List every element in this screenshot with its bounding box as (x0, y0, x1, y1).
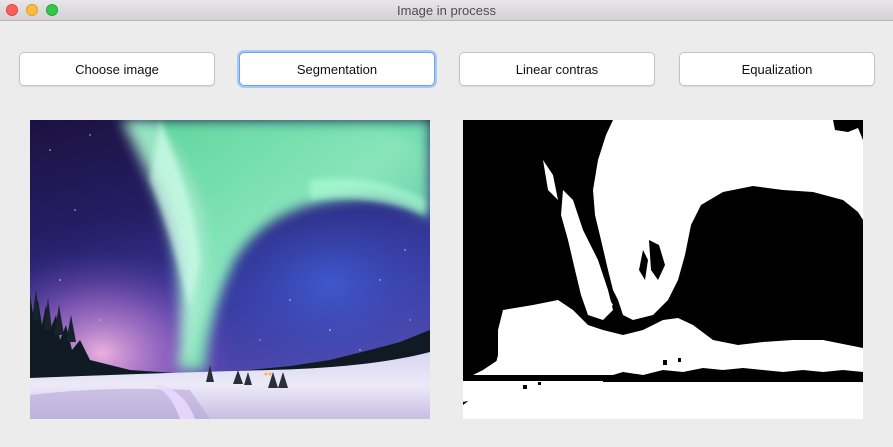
linear-contrast-button[interactable]: Linear contras (459, 52, 655, 86)
segmentation-button[interactable]: Segmentation (239, 52, 435, 86)
window-title: Image in process (397, 3, 496, 18)
processed-image (463, 120, 863, 419)
aurora-photo-icon (30, 120, 430, 419)
title-bar: Image in process (0, 0, 893, 21)
segmented-binary-image-icon (463, 120, 863, 419)
choose-image-button[interactable]: Choose image (19, 52, 215, 86)
app-window: Image in process Choose image Segmentati… (0, 0, 893, 447)
equalization-button[interactable]: Equalization (679, 52, 875, 86)
original-image (30, 120, 430, 419)
